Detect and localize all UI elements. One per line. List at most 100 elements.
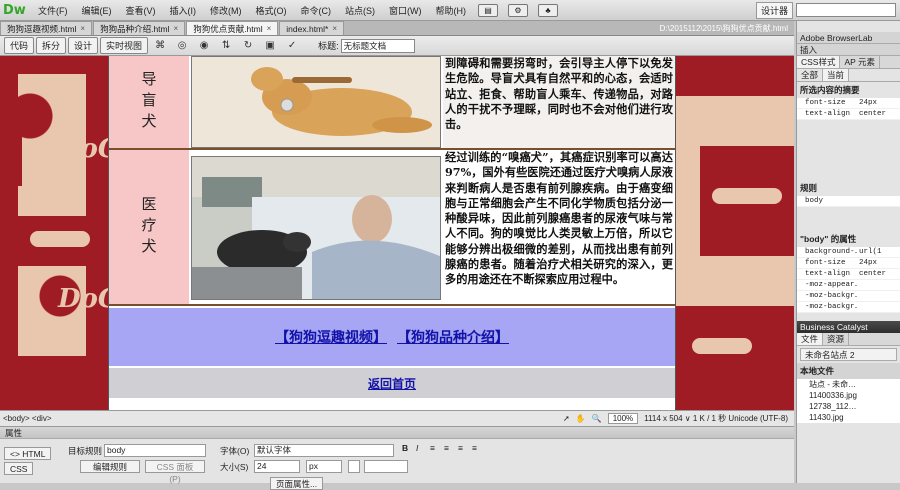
layout-icon[interactable]: ▤ <box>478 3 498 17</box>
menu-commands[interactable]: 命令(C) <box>294 4 339 17</box>
status-right: ➚ ✋ 🔍 100% 1114 x 504 ∨ 1 K / 1 秒 Unicod… <box>563 413 794 424</box>
status-bar: <body> <div> ➚ ✋ 🔍 100% 1114 x 504 ∨ 1 K… <box>0 410 794 426</box>
target-rule-label: 目标规则 <box>68 446 103 456</box>
prop-row[interactable]: -moz-backgr… <box>797 302 900 313</box>
menu-edit[interactable]: 编辑(E) <box>75 4 119 17</box>
font-select[interactable]: 默认字体 <box>254 444 394 457</box>
tag-selector[interactable]: <body> <div> <box>3 414 51 423</box>
site-icon[interactable]: ♣ <box>538 3 558 17</box>
prop-row[interactable]: background-… url(1 <box>797 247 900 258</box>
tab-assets[interactable]: 资源 <box>823 333 850 345</box>
zoom-tool-icon[interactable]: 🔍 <box>592 414 602 423</box>
site-select[interactable]: 未命名站点 2 <box>800 348 897 361</box>
menu-window[interactable]: 窗口(W) <box>382 4 429 17</box>
insert-panel-header[interactable]: 插入 <box>797 44 900 56</box>
menu-site[interactable]: 站点(S) <box>338 4 382 17</box>
tab-label: 狗狗优点贡献.html <box>193 23 263 34</box>
check-icon[interactable]: ✓ <box>285 39 299 52</box>
visual-aids-icon[interactable]: ▣ <box>263 39 277 52</box>
gear-icon[interactable]: ⚙ <box>508 3 528 17</box>
align-right-icon[interactable]: ≡ <box>458 443 463 453</box>
summary-row[interactable]: text-align center <box>797 109 900 120</box>
title-input[interactable]: 无标题文档 <box>340 38 415 53</box>
menu-insert[interactable]: 插入(I) <box>163 4 204 17</box>
menu-format[interactable]: 格式(O) <box>249 4 294 17</box>
properties-panel: 属性 <> HTML CSS 目标规则 body 编辑规则 CSS 面板(P) … <box>0 426 794 490</box>
workspace-switcher[interactable]: 设计器 <box>755 1 793 19</box>
file-item[interactable]: 站点 - 未命… <box>797 379 900 390</box>
menu-view[interactable]: 查看(V) <box>119 4 163 17</box>
html-mode-button[interactable]: <> HTML <box>4 447 52 460</box>
window-size: 1114 x 504 ∨ 1 K / 1 秒 Unicode (UTF-8) <box>644 414 788 423</box>
hand-tool-icon[interactable]: ✋ <box>576 414 586 423</box>
css-mode-button[interactable]: CSS <box>4 462 34 475</box>
target-rule-select[interactable]: body <box>104 444 206 457</box>
multiscreen-icon[interactable]: ◎ <box>175 39 189 52</box>
tab-index[interactable]: index.html* × <box>279 21 345 35</box>
browserlab-panel-header[interactable]: Adobe BrowserLab <box>797 32 900 44</box>
refresh-icon[interactable]: ↻ <box>241 39 255 52</box>
inspect-icon[interactable]: ⌘ <box>153 39 167 52</box>
tab-breeds[interactable]: 狗狗品种介绍.html × <box>93 21 186 35</box>
css-panel-button[interactable]: CSS 面板(P) <box>145 460 205 484</box>
color-input[interactable] <box>364 460 408 473</box>
tab-ap-elements[interactable]: AP 元素 <box>840 56 881 68</box>
split-view-button[interactable]: 拆分 <box>36 37 67 54</box>
bone-shape <box>692 338 752 354</box>
edit-rule-button[interactable]: 编辑规则 <box>80 460 140 473</box>
menu-modify[interactable]: 修改(M) <box>203 4 249 17</box>
select-tool-icon[interactable]: ➚ <box>563 414 570 423</box>
menu-file[interactable]: 文件(F) <box>31 4 75 17</box>
file-item[interactable]: 11400336.jpg <box>797 390 900 401</box>
bone-shape <box>30 231 90 247</box>
size-unit-select[interactable]: px <box>306 460 342 473</box>
italic-icon[interactable]: I <box>416 443 418 453</box>
breeds-link[interactable]: 【狗狗品种介绍】 <box>397 327 509 347</box>
page-properties-button[interactable]: 页面属性... <box>270 477 324 490</box>
close-icon[interactable]: × <box>332 24 337 33</box>
tab-current[interactable]: 当前 <box>823 69 850 81</box>
help-search-input[interactable] <box>796 3 896 17</box>
close-icon[interactable]: × <box>267 24 272 33</box>
right-panel: Adobe BrowserLab 插入 CSS样式 AP 元素 全部 当前 所选… <box>796 21 900 483</box>
design-canvas[interactable]: DoG DoG 导盲犬 到障碍和需要拐弯时，会引导主人停下以免发生危险。导盲犬具… <box>0 56 794 410</box>
design-view-button[interactable]: 设计 <box>68 37 99 54</box>
tab-css-styles[interactable]: CSS样式 <box>797 56 841 68</box>
medical-dog-photo[interactable] <box>191 156 441 300</box>
live-view-button[interactable]: 实时视图 <box>100 37 149 54</box>
row-label: 导盲犬 <box>109 56 189 148</box>
tab-files[interactable]: 文件 <box>797 333 824 345</box>
summary-title: 所选内容的摘要 <box>800 85 860 95</box>
prop-row[interactable]: font-size 24px <box>797 258 900 269</box>
preview-icon[interactable]: ◉ <box>197 39 211 52</box>
zoom-select[interactable]: 100% <box>607 413 639 424</box>
file-item[interactable]: 12738_112… <box>797 401 900 412</box>
align-left-icon[interactable]: ≡ <box>430 443 435 453</box>
justify-icon[interactable]: ≡ <box>472 443 477 453</box>
guide-dog-photo[interactable] <box>191 56 441 148</box>
tab-all[interactable]: 全部 <box>797 69 824 81</box>
prop-row[interactable]: -moz-backgr… <box>797 291 900 302</box>
prop-row[interactable]: -moz-appear… <box>797 280 900 291</box>
align-center-icon[interactable]: ≡ <box>444 443 449 453</box>
close-icon[interactable]: × <box>80 24 85 33</box>
tab-videos[interactable]: 狗狗逗趣视频.html × <box>0 21 93 35</box>
rule-row[interactable]: body <box>797 196 900 207</box>
bone-shape <box>712 188 782 204</box>
prop-row[interactable]: text-align center <box>797 269 900 280</box>
home-link[interactable]: 返回首页 <box>368 375 416 392</box>
document-tabs: 狗狗逗趣视频.html × 狗狗品种介绍.html × 狗狗优点贡献.html × i… <box>0 21 794 36</box>
menu-help[interactable]: 帮助(H) <box>429 4 474 17</box>
manage-icon[interactable]: ⇅ <box>219 39 233 52</box>
tab-contributions[interactable]: 狗狗优点贡献.html × <box>186 21 279 35</box>
tab-label: 狗狗品种介绍.html <box>100 23 170 34</box>
bold-icon[interactable]: B <box>402 443 408 453</box>
file-item[interactable]: 11430.jpg <box>797 412 900 423</box>
code-view-button[interactable]: 代码 <box>4 37 35 54</box>
videos-link[interactable]: 【狗狗逗趣视频】 <box>275 327 387 347</box>
business-catalyst-header[interactable]: Business Catalyst <box>797 321 900 333</box>
close-icon[interactable]: × <box>174 24 179 33</box>
summary-row[interactable]: font-size 24px <box>797 98 900 109</box>
size-select[interactable]: 24 <box>254 460 300 473</box>
color-swatch[interactable] <box>348 460 360 473</box>
